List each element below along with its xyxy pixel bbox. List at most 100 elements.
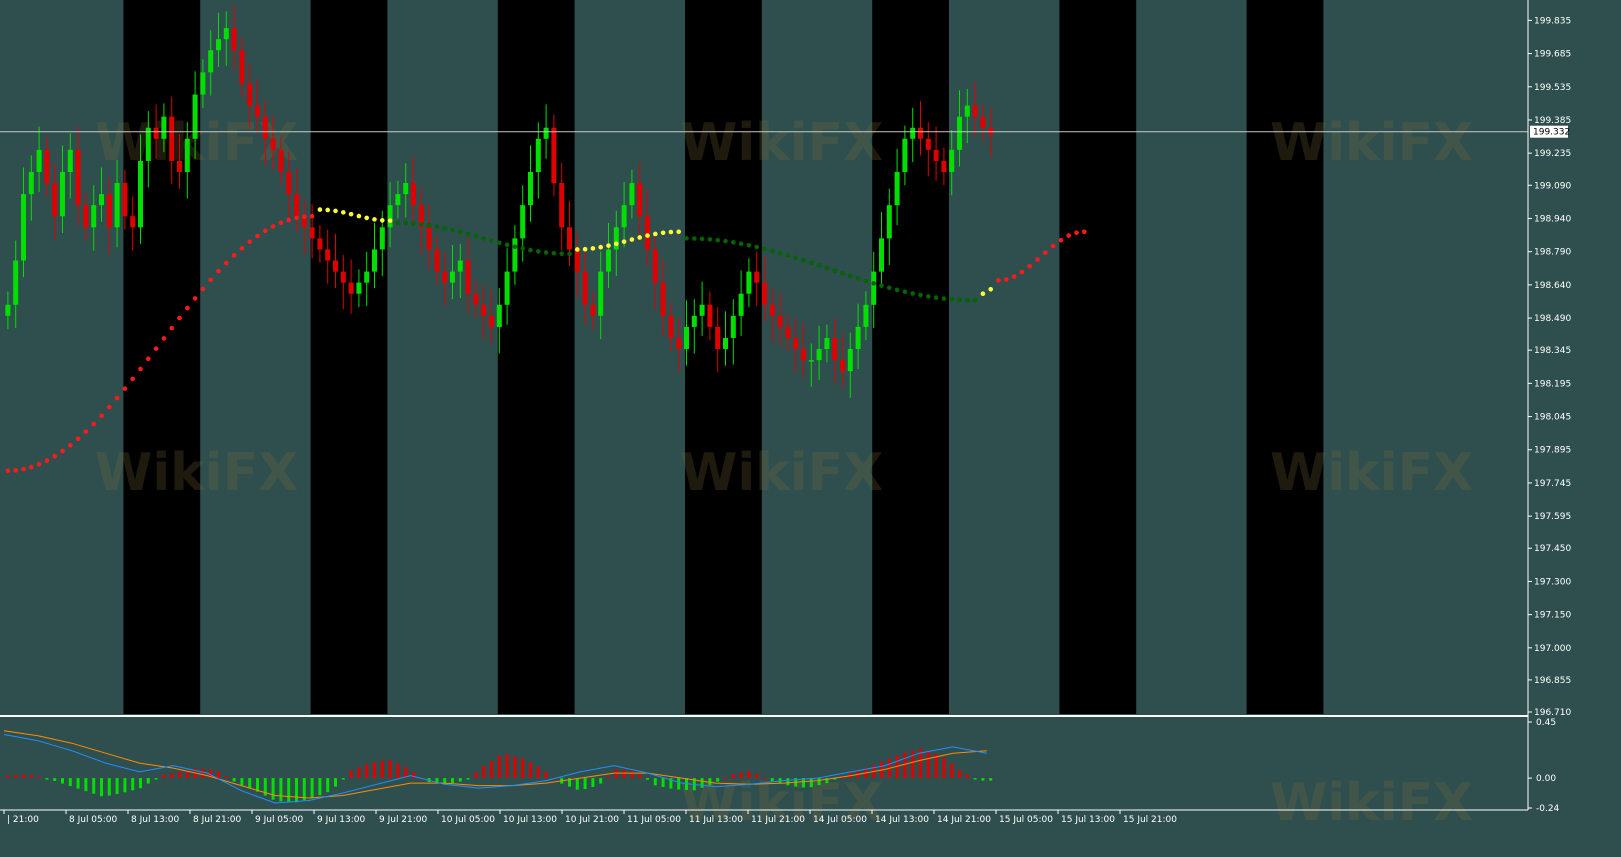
candle-body bbox=[847, 349, 853, 372]
candle-body bbox=[481, 304, 487, 316]
ma-dot bbox=[255, 233, 260, 239]
candle-body bbox=[988, 127, 994, 135]
watermark-logo: WikiFX bbox=[680, 443, 883, 503]
histogram-bar bbox=[817, 778, 821, 786]
candle-body bbox=[598, 271, 604, 316]
histogram-bar bbox=[6, 775, 10, 779]
candle-body bbox=[886, 205, 892, 239]
price-tick-label: 196.855 bbox=[1534, 676, 1571, 686]
price-tick-label: 199.090 bbox=[1534, 181, 1571, 191]
candle-body bbox=[67, 149, 73, 172]
histogram-bar bbox=[942, 757, 946, 779]
candle-body bbox=[411, 183, 416, 206]
candle-body bbox=[949, 149, 955, 172]
histogram-bar bbox=[76, 778, 80, 789]
candle-body bbox=[699, 304, 705, 316]
ma-dot bbox=[161, 336, 167, 341]
histogram-bar bbox=[326, 778, 330, 793]
histogram-bar bbox=[591, 778, 595, 788]
ma-dot bbox=[941, 296, 947, 301]
time-tick-label: 14 Jul 13:00 bbox=[875, 815, 929, 825]
ma-dot bbox=[653, 231, 658, 237]
time-tick-label: 8 Jul 13:00 bbox=[131, 815, 180, 825]
candle-body bbox=[60, 171, 65, 217]
candle-body bbox=[184, 138, 190, 172]
ma-dot bbox=[333, 208, 338, 214]
price-tick-label: 198.045 bbox=[1534, 413, 1571, 423]
histogram-bar bbox=[505, 754, 509, 779]
histogram-bar bbox=[536, 766, 540, 779]
candle-body bbox=[442, 271, 448, 283]
session-band bbox=[1059, 0, 1137, 714]
ma-dot bbox=[146, 356, 151, 362]
candle-body bbox=[255, 105, 260, 117]
candle-body bbox=[606, 249, 611, 272]
ma-dot bbox=[1066, 233, 1071, 238]
time-tick-label: 10 Jul 21:00 bbox=[565, 815, 619, 825]
ma-dot bbox=[785, 253, 791, 258]
ma-dot bbox=[465, 231, 471, 237]
session-band bbox=[497, 0, 575, 714]
candle-body bbox=[239, 50, 245, 84]
ma-dot bbox=[52, 453, 57, 459]
candle-body bbox=[153, 127, 159, 139]
histogram-bar bbox=[287, 778, 291, 803]
candle-body bbox=[723, 337, 728, 350]
histogram-bar bbox=[412, 772, 415, 779]
session-band bbox=[310, 0, 388, 714]
trading-chart[interactable]: WikiFX WikiFX WikiFX WikiFX WikiFX WikiF… bbox=[0, 0, 1621, 857]
histogram-bar bbox=[630, 770, 634, 779]
ma-dot bbox=[559, 251, 564, 257]
histogram-bar bbox=[529, 762, 532, 779]
histogram-bar bbox=[809, 778, 813, 788]
candle-body bbox=[169, 116, 175, 161]
ma-dot bbox=[715, 237, 720, 243]
ma-dot bbox=[980, 291, 986, 297]
ma-dot bbox=[536, 249, 541, 254]
ma-dot bbox=[543, 250, 549, 255]
candle-body bbox=[473, 293, 479, 305]
candle-body bbox=[387, 205, 393, 228]
ma-dot bbox=[1050, 243, 1056, 249]
histogram-bar bbox=[583, 778, 587, 790]
histogram-bar bbox=[638, 774, 642, 779]
ma-dot bbox=[395, 220, 401, 226]
candle-body bbox=[434, 249, 440, 272]
candle-body bbox=[379, 227, 385, 250]
candle-body bbox=[270, 138, 276, 150]
ma-dot bbox=[458, 229, 463, 235]
candle-body bbox=[925, 138, 931, 150]
histogram-bar bbox=[131, 778, 135, 791]
price-tick-label: 197.745 bbox=[1534, 479, 1571, 489]
histogram-bar bbox=[614, 769, 618, 779]
ma-dot bbox=[512, 244, 518, 250]
histogram-bar bbox=[61, 778, 64, 784]
histogram-bar bbox=[739, 772, 743, 779]
ma-dot bbox=[746, 242, 752, 248]
histogram-bar bbox=[950, 763, 954, 779]
ma-dot bbox=[122, 386, 128, 391]
candle-body bbox=[941, 160, 947, 172]
histogram-bar bbox=[716, 778, 720, 782]
ma-dot bbox=[918, 292, 923, 298]
ma-dot bbox=[216, 268, 221, 274]
ma-dot bbox=[949, 297, 954, 302]
ma-dot bbox=[676, 229, 681, 235]
candle-body bbox=[793, 337, 799, 350]
histogram-bar bbox=[53, 778, 57, 781]
ma-dot bbox=[809, 260, 814, 266]
ma-dot bbox=[497, 240, 502, 246]
ma-dot bbox=[185, 305, 190, 311]
histogram-bar bbox=[139, 778, 142, 789]
candle-body bbox=[582, 271, 588, 305]
candle-body bbox=[91, 205, 97, 228]
ma-dot bbox=[692, 236, 697, 241]
ma-dot bbox=[481, 236, 487, 241]
ma-dot bbox=[302, 214, 307, 219]
ma-dot bbox=[933, 295, 939, 300]
ma-dot bbox=[894, 287, 900, 293]
ma-dot bbox=[1074, 230, 1079, 236]
price-tick-label: 197.150 bbox=[1534, 611, 1571, 621]
histogram-bar bbox=[279, 778, 283, 802]
histogram-bar bbox=[100, 778, 103, 797]
